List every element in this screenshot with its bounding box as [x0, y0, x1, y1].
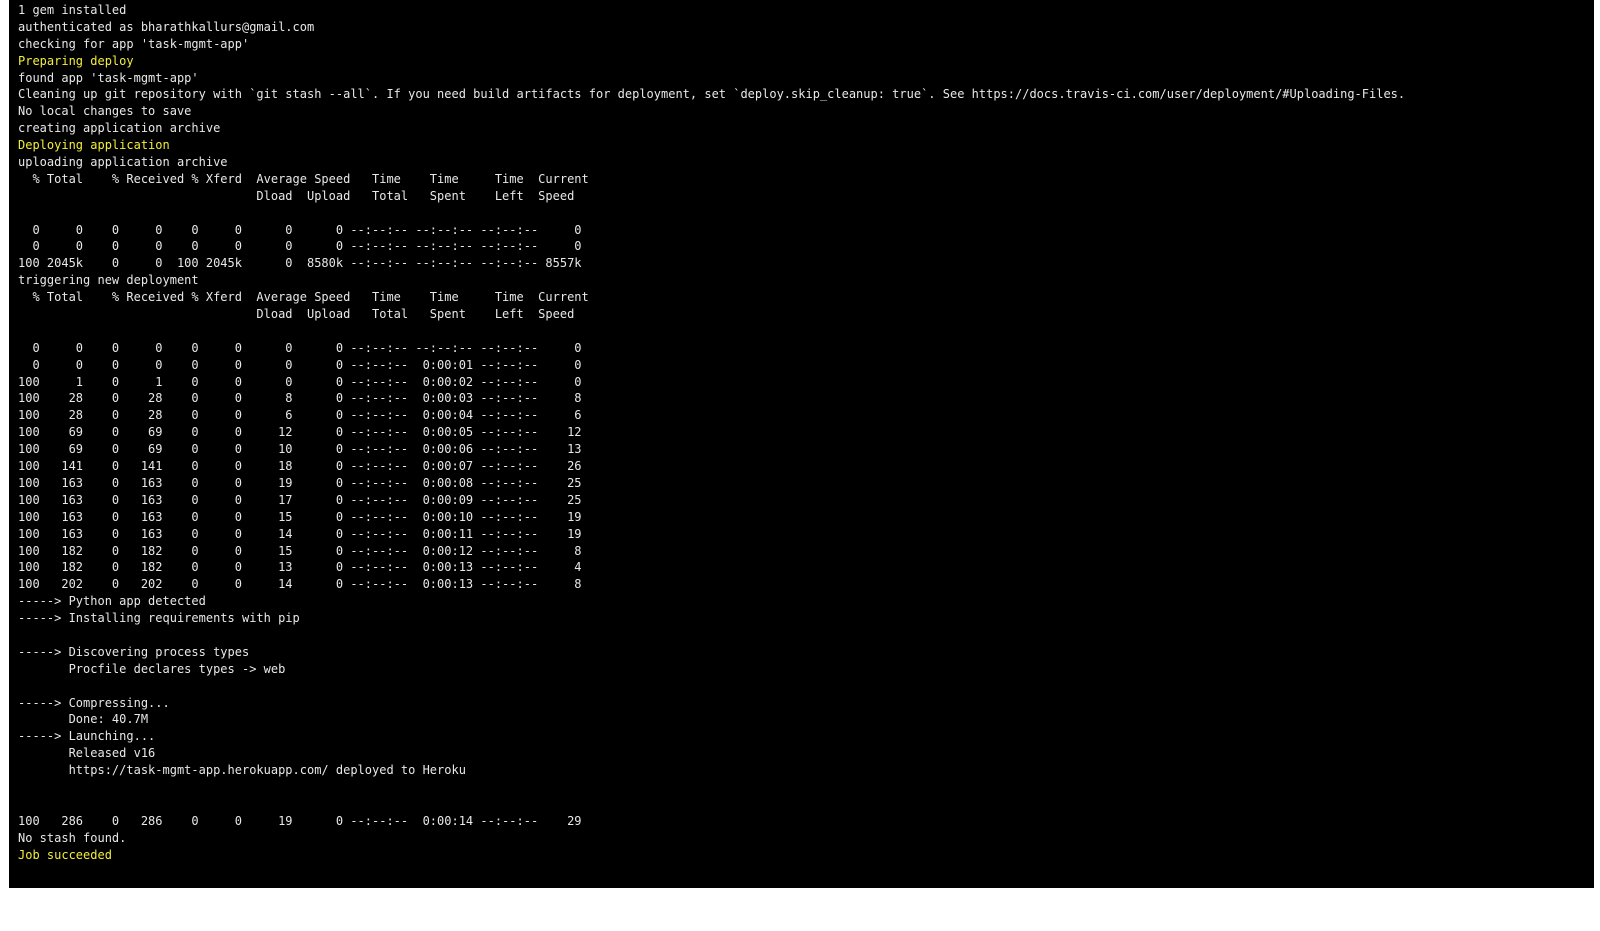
- log-line: 100 182 0 182 0 0 15 0 --:--:-- 0:00:12 …: [18, 543, 582, 558]
- log-line: 100 182 0 182 0 0 13 0 --:--:-- 0:00:13 …: [18, 560, 582, 575]
- log-line-highlight: Job succeeded: [18, 847, 112, 862]
- log-line: 100 69 0 69 0 0 10 0 --:--:-- 0:00:06 --…: [18, 442, 582, 457]
- log-line: uploading application archive: [18, 155, 228, 170]
- log-line: 100 163 0 163 0 0 15 0 --:--:-- 0:00:10 …: [18, 509, 582, 524]
- log-line: Released v16: [18, 746, 156, 761]
- log-line: -----> Python app detected: [18, 594, 206, 609]
- log-line: 0 0 0 0 0 0 0 0 --:--:-- --:--:-- --:--:…: [18, 239, 582, 254]
- log-line: Done: 40.7M: [18, 712, 149, 727]
- log-line: 100 163 0 163 0 0 19 0 --:--:-- 0:00:08 …: [18, 475, 582, 490]
- log-line: Dload Upload Total Spent Left Speed: [18, 188, 575, 203]
- log-line: 100 1 0 1 0 0 0 0 --:--:-- 0:00:02 --:--…: [18, 374, 582, 389]
- log-line: 100 202 0 202 0 0 14 0 --:--:-- 0:00:13 …: [18, 577, 582, 592]
- log-line: No local changes to save: [18, 104, 192, 119]
- log-line: % Total % Received % Xferd Average Speed…: [18, 171, 589, 186]
- log-line: 100 286 0 286 0 0 19 0 --:--:-- 0:00:14 …: [18, 813, 582, 828]
- log-line: Dload Upload Total Spent Left Speed: [18, 307, 575, 322]
- log-line: found app 'task-mgmt-app': [18, 70, 199, 85]
- log-line: Cleaning up git repository with `git sta…: [18, 87, 1406, 102]
- log-line: 100 141 0 141 0 0 18 0 --:--:-- 0:00:07 …: [18, 459, 582, 474]
- log-line: 100 28 0 28 0 0 8 0 --:--:-- 0:00:03 --:…: [18, 391, 582, 406]
- log-line: -----> Discovering process types: [18, 644, 250, 659]
- log-line: 100 163 0 163 0 0 14 0 --:--:-- 0:00:11 …: [18, 526, 582, 541]
- log-line: checking for app 'task-mgmt-app': [18, 36, 250, 51]
- log-line: % Total % Received % Xferd Average Speed…: [18, 290, 589, 305]
- log-line: 0 0 0 0 0 0 0 0 --:--:-- --:--:-- --:--:…: [18, 340, 582, 355]
- log-line: -----> Launching...: [18, 729, 156, 744]
- log-line: 100 69 0 69 0 0 12 0 --:--:-- 0:00:05 --…: [18, 425, 582, 440]
- log-line: 100 163 0 163 0 0 17 0 --:--:-- 0:00:09 …: [18, 492, 582, 507]
- log-line: 1 gem installed: [18, 3, 127, 17]
- build-log: 1 gem installed authenticated as bharathk…: [18, 2, 1405, 863]
- log-line: -----> Installing requirements with pip: [18, 611, 300, 626]
- log-line: 0 0 0 0 0 0 0 0 --:--:-- --:--:-- --:--:…: [18, 222, 582, 237]
- log-line: creating application archive: [18, 121, 221, 136]
- log-line: No stash found.: [18, 830, 127, 845]
- log-line: 100 28 0 28 0 0 6 0 --:--:-- 0:00:04 --:…: [18, 408, 582, 423]
- log-line: authenticated as bharathkallurs@gmail.co…: [18, 19, 315, 34]
- log-line-highlight: Deploying application: [18, 138, 170, 153]
- terminal-window[interactable]: 1 gem installed authenticated as bharathk…: [9, 0, 1594, 888]
- log-line: -----> Compressing...: [18, 695, 170, 710]
- log-line-highlight: Preparing deploy: [18, 53, 134, 68]
- log-line: 100 2045k 0 0 100 2045k 0 8580k --:--:--…: [18, 256, 582, 271]
- log-line: Procfile declares types -> web: [18, 661, 286, 676]
- log-line: 0 0 0 0 0 0 0 0 --:--:-- 0:00:01 --:--:-…: [18, 357, 582, 372]
- log-line: triggering new deployment: [18, 273, 199, 288]
- log-line: https://task-mgmt-app.herokuapp.com/ dep…: [18, 763, 466, 778]
